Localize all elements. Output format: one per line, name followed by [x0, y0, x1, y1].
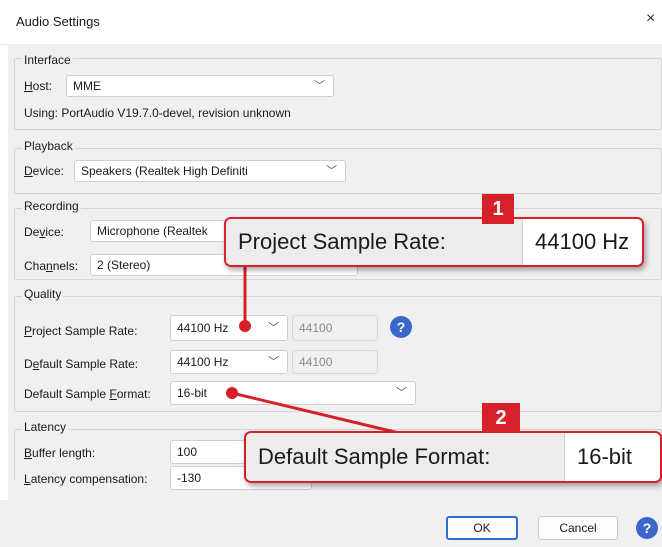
callout-2: Default Sample Format: 16-bit [244, 431, 662, 483]
callout-1-badge: 1 [482, 194, 514, 224]
callout-2-value: 16-bit [564, 433, 660, 481]
callout-1-dot [239, 320, 251, 332]
callout-1: Project Sample Rate: 44100 Hz [224, 217, 644, 267]
callout-1-label: Project Sample Rate: [226, 219, 522, 265]
callout-1-value: 44100 Hz [522, 219, 642, 265]
callout-2-badge: 2 [482, 403, 520, 433]
callout-2-label: Default Sample Format: [246, 433, 564, 481]
callout-2-dot [226, 387, 238, 399]
